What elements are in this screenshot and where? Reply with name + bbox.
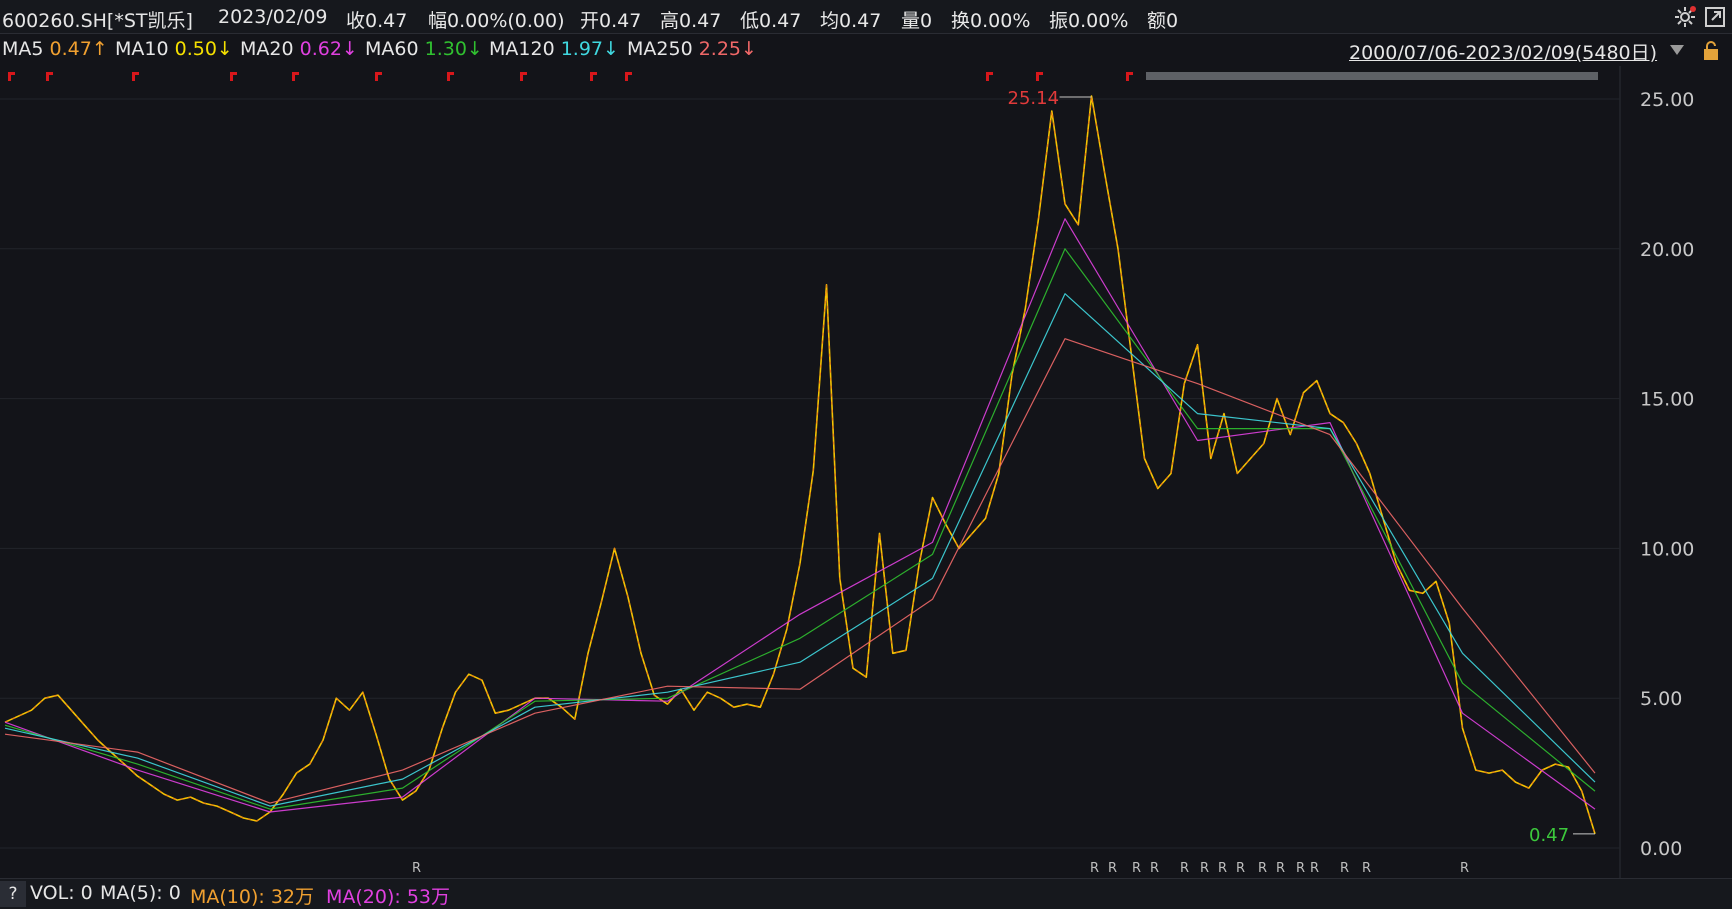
price-line-overlay [4,95,1596,835]
stat-avg: 均0.47 [820,10,882,32]
ma10-value: 0.50↓ [174,38,233,60]
r-marker: R [1296,861,1305,876]
event-flag [132,72,139,81]
stat-amount: 额0 [1147,10,1179,32]
popout-icon[interactable] [1703,5,1727,29]
help-button[interactable]: ? [0,881,26,907]
r-marker: R [1218,861,1227,876]
quote-date: 2023/02/09 [218,6,328,28]
r-marker: R [1276,861,1285,876]
ma250-value: 2.25↓ [698,38,757,60]
event-flag [986,72,993,81]
r-markers: RRRRRRRRRRRRRRRR [412,861,1469,876]
price-chart[interactable]: 25.00 20.00 15.00 10.00 5.00 0.00 25.14 0.47 R… [0,66,1732,878]
r-marker: R [1180,861,1189,876]
stat-open: 开0.47 [580,10,642,32]
volume-legend: ? VOL: 0 MA(5): 0 MA(10): 32万 MA(20): 53… [0,878,1732,909]
ma10-legend: MA10 0.50↓ [115,38,233,60]
r-marker: R [1236,861,1245,876]
price-line [4,95,1596,835]
ma5-legend: MA5 0.47↑ [2,38,108,60]
r-marker: R [1200,861,1209,876]
y-axis: 25.00 20.00 15.00 10.00 5.00 0.00 [1640,89,1694,860]
stat-high: 高0.47 [660,10,722,32]
y-tick-label: 25.00 [1640,89,1694,111]
ma-line [4,248,1596,810]
r-marker: R [1258,861,1267,876]
chart-gridlines [0,66,1621,878]
r-marker: R [1108,861,1117,876]
date-range-selector[interactable]: 2000/07/06-2023/02/09(5480日) [1349,38,1657,65]
ma60-value: 1.30↓ [424,38,483,60]
ma60-legend: MA60 1.30↓ [365,38,483,60]
ma-line [4,218,1596,813]
event-flag [1036,72,1043,81]
stat-amplitude: 振0.00% [1049,10,1129,32]
y-tick-label: 10.00 [1640,538,1694,560]
vol-ma10: MA(10): 32万 [190,886,315,908]
ma-legend: MA5 0.47↑ MA10 0.50↓ MA20 0.62↓ MA60 1.3… [0,34,1732,66]
quote-header: 600260.SH[*ST凯乐] 2023/02/09 收0.47 幅0.00%… [0,0,1732,34]
event-flag [590,72,597,81]
high-price-label: 25.14 [1008,88,1060,109]
r-marker: R [1310,861,1319,876]
r-marker: R [1340,861,1349,876]
vol-value: VOL: 0 [30,882,93,904]
vol-ma20: MA(20): 53万 [326,886,451,908]
ma20-value: 0.62↓ [299,38,358,60]
y-tick-label: 15.00 [1640,389,1694,411]
ma120-value: 1.97↓ [560,38,619,60]
event-flag [375,72,382,81]
vol-ma5: MA(5): 0 [100,882,181,904]
event-flag [292,72,299,81]
event-flag [230,72,237,81]
y-tick-label: 20.00 [1640,239,1694,261]
event-flag [625,72,632,81]
event-flag [447,72,454,81]
r-marker: R [1460,861,1469,876]
event-flag [1126,72,1133,81]
ma5-value: 0.47↑ [49,38,108,60]
ma-line [4,338,1596,804]
ma-line [4,293,1596,807]
r-marker: R [1362,861,1371,876]
stat-low: 低0.47 [740,10,802,32]
price-lines [4,95,1596,835]
stock-code[interactable]: 600260.SH[*ST凯乐] [2,6,193,33]
y-tick-label: 5.00 [1640,688,1682,710]
chart-annotations: 25.14 0.47 [1008,88,1595,846]
event-flag [520,72,527,81]
ma120-legend: MA120 1.97↓ [489,38,619,60]
lock-icon[interactable] [1700,40,1722,62]
chevron-down-icon[interactable] [1668,41,1686,59]
r-marker: R [1132,861,1141,876]
r-marker: R [412,861,421,876]
stat-change: 幅0.00%(0.00) [428,10,565,32]
settings-icon[interactable] [1673,5,1697,29]
stat-turnover: 换0.00% [951,10,1031,32]
ma20-legend: MA20 0.62↓ [240,38,358,60]
ma250-legend: MA250 2.25↓ [627,38,757,60]
dense-event-band [1146,72,1598,80]
stat-volume: 量0 [901,10,933,32]
r-marker: R [1150,861,1159,876]
low-price-label: 0.47 [1529,825,1569,846]
stat-close: 收0.47 [346,10,408,32]
event-flag [46,72,53,81]
r-marker: R [1090,861,1099,876]
y-tick-label: 0.00 [1640,838,1682,860]
event-flag [8,72,15,81]
event-markers [8,72,1598,81]
